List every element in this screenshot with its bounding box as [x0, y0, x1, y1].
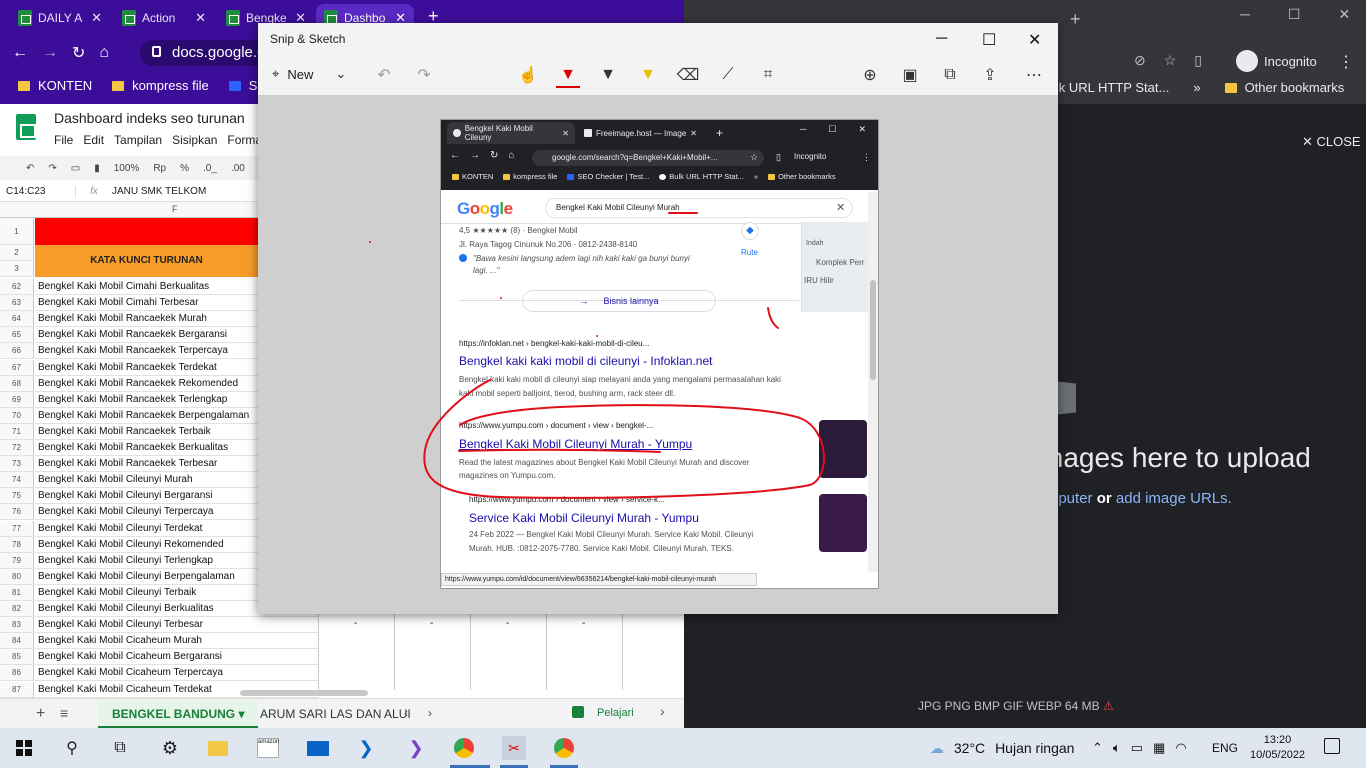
search-icon[interactable]: ⚲ [60, 736, 84, 760]
amazon-icon[interactable]: amazon [256, 736, 280, 760]
snip-sketch-taskbar-icon[interactable]: ✂ [502, 736, 526, 760]
network-icon[interactable]: ▦ [1153, 740, 1165, 756]
chevron-up-icon[interactable]: ⌃ [1092, 740, 1103, 756]
battery-icon[interactable]: ▭ [1131, 740, 1143, 756]
notification-icon[interactable] [1324, 738, 1340, 754]
windows-start-icon[interactable] [12, 736, 36, 760]
settings-gear-icon[interactable]: ⚙ [158, 736, 182, 760]
cloud-rain-icon: ☁ [930, 740, 944, 756]
file-explorer-icon[interactable] [206, 736, 230, 760]
mail-icon[interactable] [306, 736, 330, 760]
wifi-icon[interactable]: ◠ [1175, 740, 1186, 756]
language-indicator[interactable]: ENG [1212, 741, 1238, 755]
clock[interactable]: 13:20 10/05/2022 [1250, 733, 1305, 763]
visual-studio-icon[interactable]: ❯ [404, 736, 428, 760]
pen-annotations [369, 212, 825, 499]
chrome-icon[interactable] [452, 736, 476, 760]
vscode-icon[interactable]: ❯ [354, 736, 378, 760]
chrome-icon[interactable] [552, 736, 576, 760]
weather-widget[interactable]: ☁ 32°C Hujan ringan [930, 740, 1074, 757]
system-tray: ⌃ 🔈︎ ▭ ▦ ◠ [1092, 740, 1187, 756]
task-view-icon[interactable]: ⧉ [108, 736, 132, 760]
volume-icon[interactable]: 🔈︎ [1113, 740, 1121, 756]
